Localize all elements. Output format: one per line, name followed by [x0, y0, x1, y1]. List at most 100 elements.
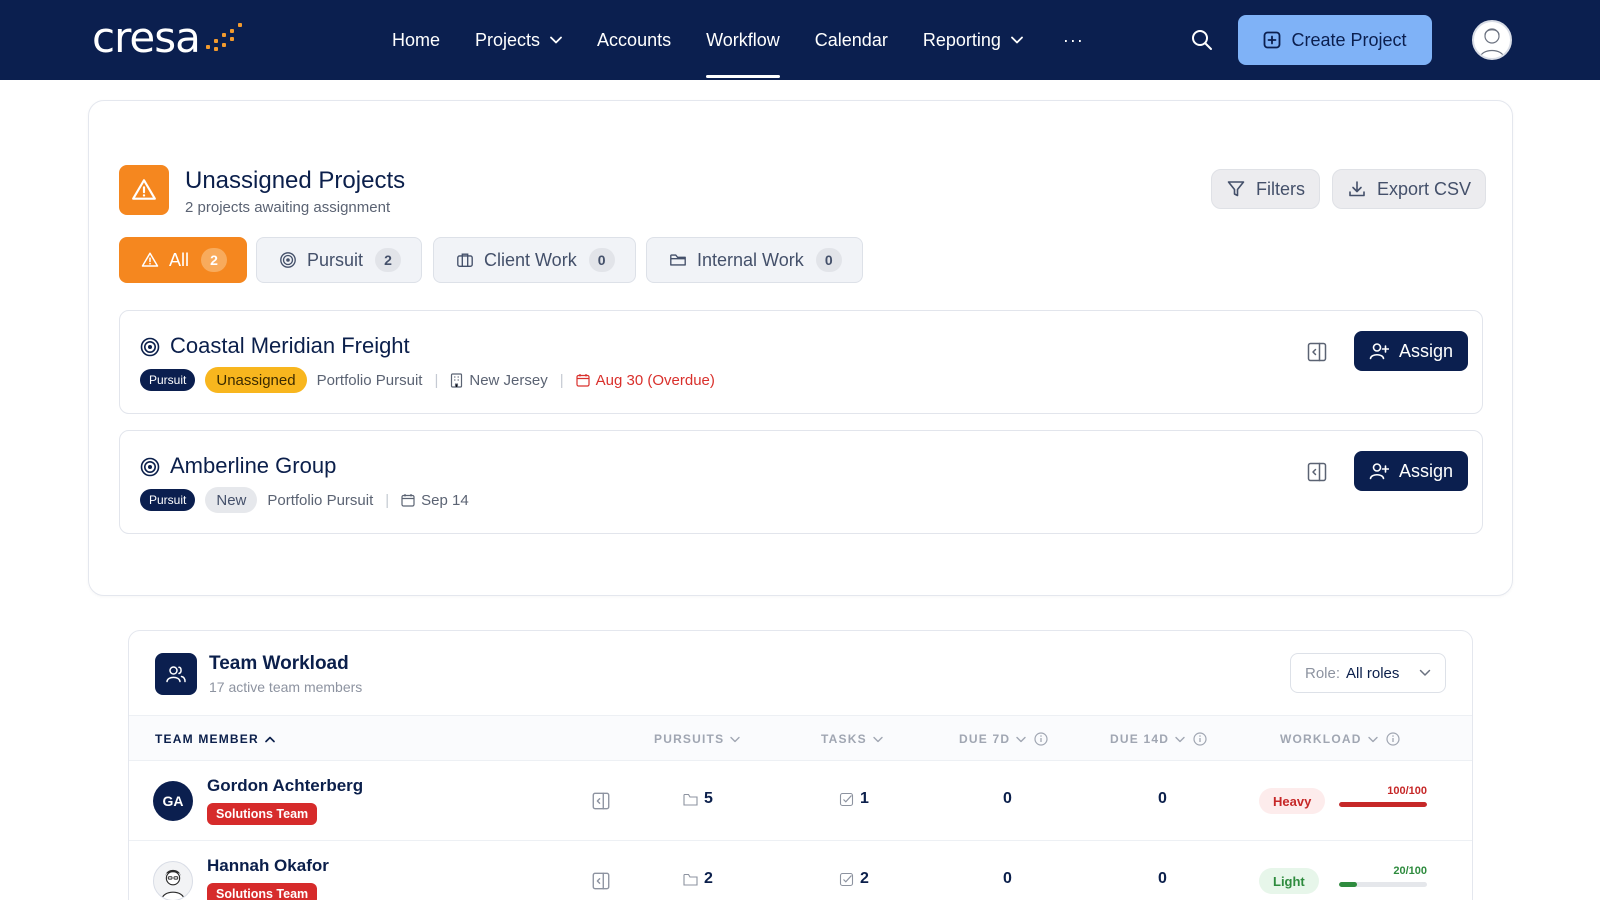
tab-all[interactable]: All 2 [119, 237, 248, 283]
nav-more-button[interactable]: ··· [1063, 30, 1084, 51]
workload-bar [1339, 802, 1427, 807]
warning-icon [132, 179, 156, 200]
due-7d-value: 0 [1003, 870, 1012, 887]
nav-projects[interactable]: Projects [475, 0, 562, 80]
column-header-due-7d[interactable]: DUE 7D [959, 732, 1048, 746]
filters-label: Filters [1256, 178, 1305, 199]
project-meta: Pursuit Unassigned Portfolio Pursuit | N… [140, 367, 715, 393]
chevron-up-icon [265, 736, 275, 742]
side-panel-icon[interactable] [591, 791, 611, 811]
info-icon[interactable] [1193, 732, 1207, 746]
tab-client-work-count: 0 [588, 248, 615, 272]
tab-pursuit[interactable]: Pursuit 2 [256, 237, 423, 283]
divider: | [434, 371, 439, 389]
pursuits-count: 2 [683, 870, 713, 888]
project-due-date: Sep 14 [421, 491, 469, 509]
project-due-date: Aug 30 (Overdue) [595, 371, 715, 389]
download-icon [1349, 181, 1365, 197]
nav-home[interactable]: Home [392, 0, 440, 80]
assign-label: Assign [1398, 460, 1454, 481]
tab-all-count: 2 [201, 248, 228, 272]
role-filter-select[interactable]: Role: All roles [1290, 653, 1446, 693]
team-workload-card: Team Workload 17 active team members Rol… [128, 630, 1473, 900]
target-icon [140, 457, 160, 477]
target-icon [140, 337, 160, 357]
pursuits-value: 2 [704, 870, 713, 887]
pursuits-count: 5 [683, 790, 713, 808]
column-header-due-14d[interactable]: DUE 14D [1110, 732, 1207, 746]
tab-client-work[interactable]: Client Work 0 [433, 237, 636, 283]
member-name[interactable]: Gordon Achterberg [207, 776, 363, 796]
due-14d-value: 0 [1158, 790, 1167, 807]
workload-bar [1339, 882, 1427, 887]
nav-projects-label: Projects [475, 29, 541, 50]
column-header-label: DUE 14D [1110, 732, 1170, 746]
tab-client-work-label: Client Work [484, 249, 577, 270]
side-panel-icon[interactable] [1306, 461, 1328, 483]
type-tag: Pursuit [140, 489, 196, 511]
user-avatar[interactable] [1472, 20, 1512, 60]
folder-icon [683, 873, 698, 886]
project-row[interactable]: Amberline Group Pursuit New Portfolio Pu… [119, 430, 1483, 534]
logo-text: cresa [92, 13, 201, 62]
chevron-down-icon [1419, 669, 1431, 676]
assign-button[interactable]: Assign [1354, 331, 1468, 371]
nav-workflow[interactable]: Workflow [706, 0, 780, 80]
column-header-label: PURSUITS [654, 732, 725, 746]
user-portrait-icon [1479, 28, 1505, 58]
project-row[interactable]: Coastal Meridian Freight Pursuit Unassig… [119, 310, 1483, 414]
assign-button[interactable]: Assign [1354, 451, 1468, 491]
project-name[interactable]: Amberline Group [170, 453, 336, 479]
chevron-down-icon [1016, 736, 1026, 742]
cresa-logo[interactable]: cresa [92, 16, 244, 60]
column-header-pursuits[interactable]: PURSUITS [654, 732, 740, 746]
table-header: TEAM MEMBER PURSUITS TASKS DUE 7D DUE 14… [129, 715, 1472, 761]
user-portrait-icon [161, 869, 185, 900]
column-header-tasks[interactable]: TASKS [821, 732, 883, 746]
column-header-workload[interactable]: WORKLOAD [1280, 732, 1400, 746]
side-panel-icon[interactable] [591, 871, 611, 891]
chevron-down-icon [550, 36, 562, 44]
warning-icon [141, 252, 159, 267]
status-badge: Unassigned [205, 367, 307, 393]
top-navigation-bar: cresa Home Projects Accounts Workflow Ca… [0, 0, 1600, 80]
info-icon[interactable] [1034, 732, 1048, 746]
project-category: Portfolio Pursuit [316, 371, 423, 389]
chevron-down-icon [730, 736, 740, 742]
tab-internal-work[interactable]: Internal Work 0 [646, 237, 863, 283]
tab-internal-work-label: Internal Work [697, 249, 804, 270]
workload-level-badge: Light [1259, 868, 1319, 894]
filters-button[interactable]: Filters [1211, 169, 1320, 209]
nav-calendar-label: Calendar [814, 29, 888, 50]
export-csv-button[interactable]: Export CSV [1332, 169, 1487, 209]
team-badge: Solutions Team [207, 803, 318, 825]
nav-calendar[interactable]: Calendar [815, 0, 888, 80]
main-nav: Home Projects Accounts Workflow Calendar… [392, 0, 1084, 80]
due-7d-value: 0 [1003, 790, 1012, 807]
search-icon[interactable] [1190, 28, 1214, 52]
nav-accounts[interactable]: Accounts [597, 0, 671, 80]
export-csv-label: Export CSV [1377, 178, 1472, 199]
column-header-label: WORKLOAD [1280, 732, 1362, 746]
nav-reporting-label: Reporting [922, 29, 1001, 50]
table-row[interactable]: GA Gordon Achterberg Solutions Team 5 1 … [129, 761, 1472, 841]
filter-icon [1227, 181, 1245, 197]
column-header-team-member[interactable]: TEAM MEMBER [155, 732, 275, 746]
nav-reporting[interactable]: Reporting [923, 0, 1023, 80]
avatar: GA [153, 781, 193, 821]
workload-bar-fill [1339, 882, 1357, 887]
project-name[interactable]: Coastal Meridian Freight [170, 333, 410, 359]
tab-all-label: All [169, 249, 190, 270]
project-location: New Jersey [469, 371, 548, 389]
nav-home-label: Home [392, 29, 441, 50]
calendar-icon [576, 373, 590, 387]
section-title: Unassigned Projects [185, 167, 406, 194]
side-panel-icon[interactable] [1306, 341, 1328, 363]
table-row[interactable]: Hannah Okafor Solutions Team 2 2 0 0 Lig… [129, 841, 1472, 900]
member-name[interactable]: Hannah Okafor [207, 856, 329, 876]
info-icon[interactable] [1385, 732, 1400, 746]
nav-accounts-label: Accounts [597, 29, 672, 50]
create-project-button[interactable]: Create Project [1238, 15, 1432, 65]
column-header-label: DUE 7D [959, 732, 1011, 746]
chevron-down-icon [1367, 736, 1378, 742]
